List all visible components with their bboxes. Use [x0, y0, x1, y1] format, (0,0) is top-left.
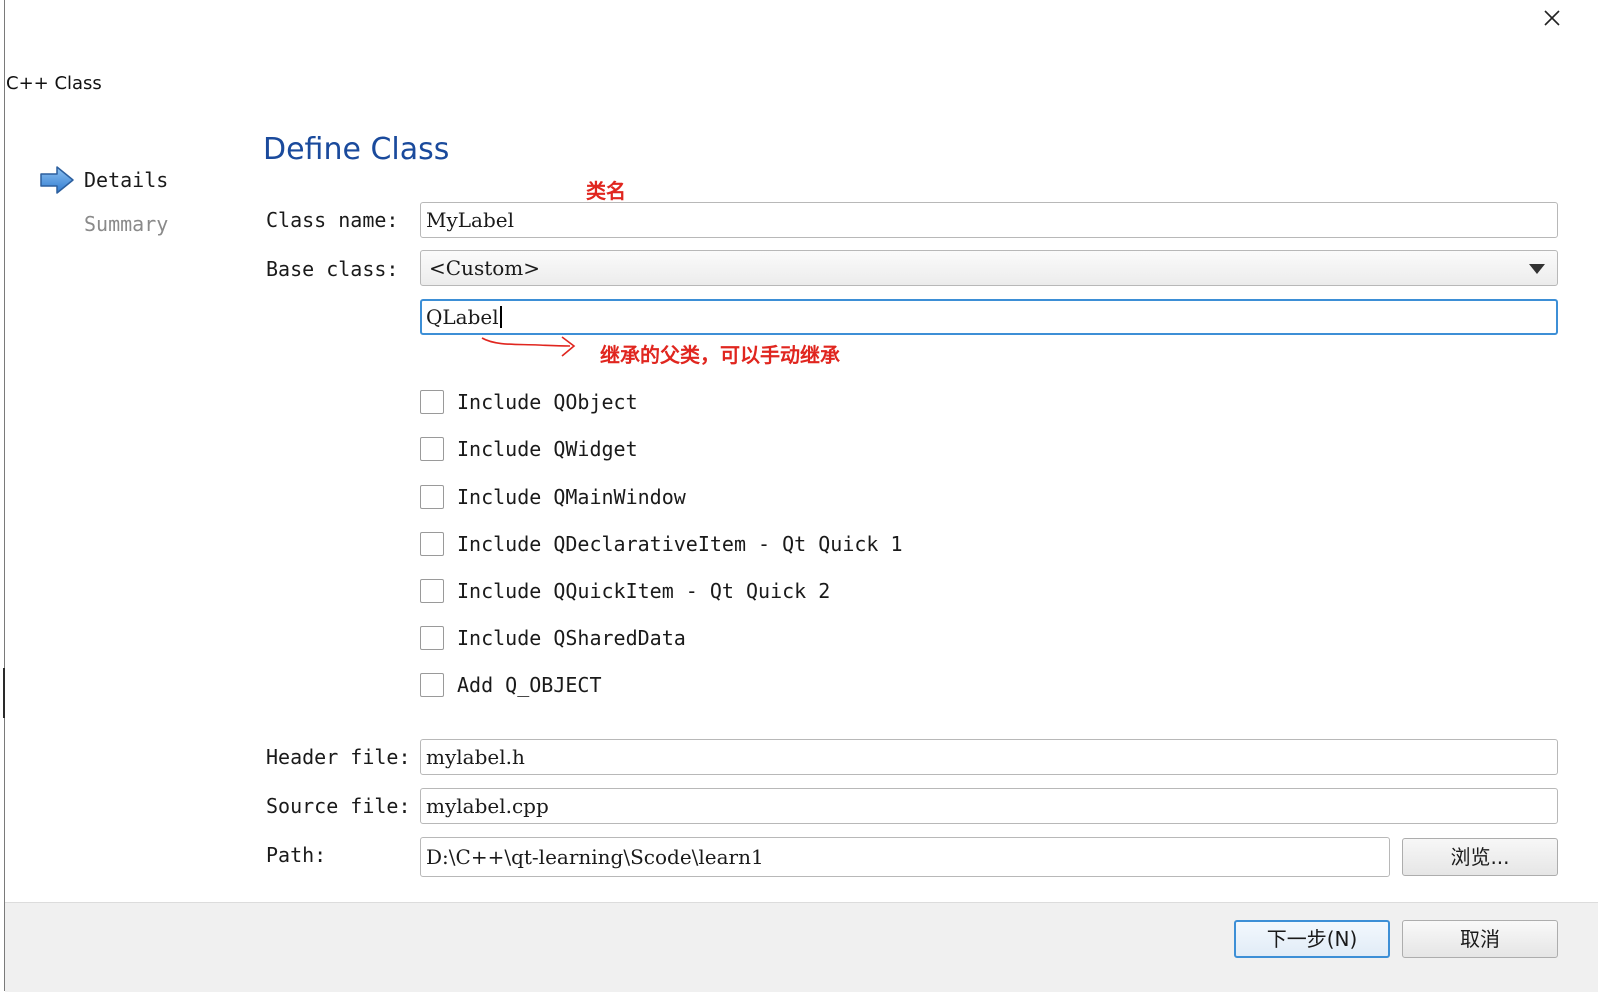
cancel-button[interactable]: 取消: [1402, 920, 1558, 958]
checkbox-include-qquickitem[interactable]: Include QQuickItem - Qt Quick 2: [420, 577, 830, 605]
checkbox-box[interactable]: [420, 579, 444, 603]
checkbox-label: Include QDeclarativeItem - Qt Quick 1: [457, 532, 903, 556]
checkbox-label: Include QMainWindow: [457, 485, 686, 509]
page-title: Define Class: [263, 132, 450, 167]
path-input[interactable]: D:\C++\qt-learning\Scode\learn1: [420, 837, 1390, 877]
checkbox-label: Include QSharedData: [457, 626, 686, 650]
checkbox-label: Add Q_OBJECT: [457, 673, 602, 697]
step-details: Details: [84, 168, 169, 192]
close-icon: [1544, 10, 1560, 26]
checkbox-include-qobject[interactable]: Include QObject: [420, 388, 638, 416]
header-file-input[interactable]: mylabel.h: [420, 739, 1558, 775]
source-file-input[interactable]: mylabel.cpp: [420, 788, 1558, 824]
checkbox-label: Include QObject: [457, 390, 638, 414]
base-class-value: <Custom>: [429, 256, 541, 280]
step-summary: Summary: [84, 212, 169, 236]
class-name-input[interactable]: MyLabel: [420, 202, 1558, 238]
arrow-right-icon: [40, 166, 74, 194]
checkbox-label: Include QQuickItem - Qt Quick 2: [457, 579, 831, 603]
checkbox-include-qmainwindow[interactable]: Include QMainWindow: [420, 483, 686, 511]
checkbox-include-qdeclarativeitem[interactable]: Include QDeclarativeItem - Qt Quick 1: [420, 530, 903, 558]
window-title: C++ Class: [6, 73, 102, 94]
checkbox-box[interactable]: [420, 532, 444, 556]
source-file-label: Source file:: [266, 794, 411, 818]
window-edge-mark: [3, 668, 5, 718]
annotation-base-class: 继承的父类，可以手动继承: [600, 343, 840, 367]
chevron-down-icon: [1529, 264, 1545, 274]
custom-base-class-input[interactable]: QLabel: [420, 299, 1558, 335]
browse-button[interactable]: 浏览...: [1402, 838, 1558, 876]
class-name-label: Class name:: [266, 208, 399, 232]
header-file-label: Header file:: [266, 745, 411, 769]
checkbox-box[interactable]: [420, 390, 444, 414]
checkbox-box[interactable]: [420, 485, 444, 509]
annotation-class-name: 类名: [586, 179, 626, 203]
base-class-label: Base class:: [266, 257, 399, 281]
path-label: Path:: [266, 843, 327, 867]
checkbox-box[interactable]: [420, 437, 444, 461]
custom-base-class-value: QLabel: [426, 305, 499, 329]
close-button[interactable]: [1538, 4, 1566, 32]
checkbox-include-qshareddata[interactable]: Include QSharedData: [420, 624, 686, 652]
base-class-combo[interactable]: <Custom>: [420, 250, 1558, 286]
window-left-border: [4, 0, 5, 991]
next-button[interactable]: 下一步(N): [1234, 920, 1390, 958]
checkbox-box[interactable]: [420, 673, 444, 697]
annotation-arrow-icon: [481, 336, 576, 357]
checkbox-label: Include QWidget: [457, 437, 638, 461]
text-caret: [499, 306, 502, 328]
checkbox-include-qwidget[interactable]: Include QWidget: [420, 435, 638, 463]
checkbox-add-q-object[interactable]: Add Q_OBJECT: [420, 671, 602, 699]
checkbox-box[interactable]: [420, 626, 444, 650]
